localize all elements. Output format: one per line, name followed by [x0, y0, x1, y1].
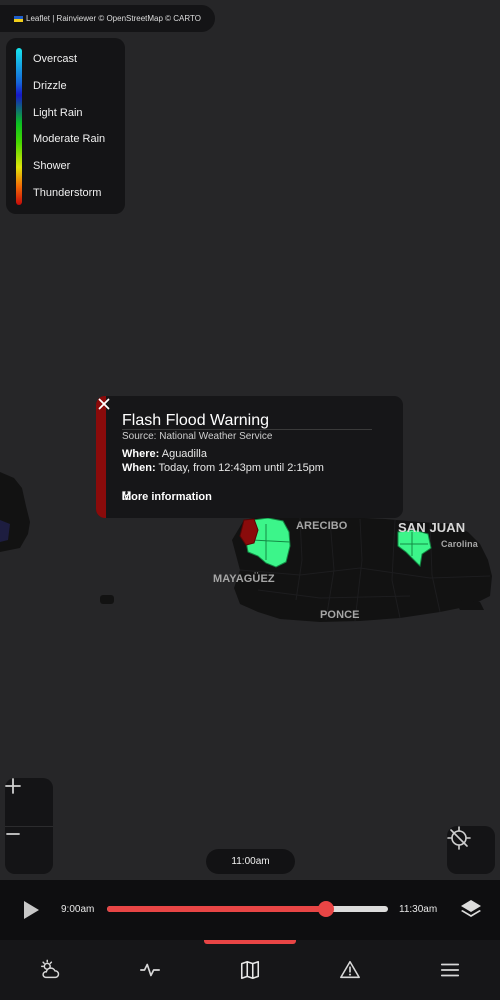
alert-where-label: Where: [122, 448, 160, 460]
play-icon[interactable] [20, 899, 42, 921]
close-icon[interactable] [96, 396, 112, 412]
alert-where: Where: Aguadilla [122, 448, 207, 460]
timeline-thumb[interactable] [318, 901, 335, 917]
timeline-end-time: 11:30am [399, 904, 438, 915]
external-link-icon [122, 491, 131, 500]
menu-icon [440, 963, 460, 977]
alert-severity-stripe [96, 396, 106, 518]
more-information-link[interactable]: More information [122, 491, 212, 503]
legend-item-shower: Shower [33, 160, 71, 173]
zoom-control [5, 778, 53, 874]
more-information-label: More information [122, 491, 212, 503]
ukraine-flag-icon [14, 15, 23, 22]
weather-map[interactable]: Leaflet | Rainviewer © OpenStreetMap © C… [0, 0, 500, 880]
bottom-navigation [0, 940, 500, 1000]
layers-icon[interactable] [459, 898, 483, 922]
timeline-slider[interactable] [107, 901, 388, 917]
legend-item-drizzle: Drizzle [33, 79, 67, 92]
legend-item-overcast: Overcast [33, 53, 78, 65]
alert-source: Source: National Weather Service [122, 431, 273, 442]
city-label-ponce: PONCE [320, 609, 360, 621]
city-label-carolina: Carolina [441, 539, 478, 549]
alert-popup: Flash Flood Warning Source: National Wea… [96, 396, 403, 518]
timeline-start-time: 9:00am [61, 904, 95, 915]
alert-when: When: Today, from 12:43pm until 2:15pm [122, 462, 324, 474]
precipitation-legend: Overcast Drizzle Light Rain Moderate Rai… [6, 38, 125, 214]
timeline-progress [107, 906, 327, 912]
alert-icon [340, 960, 360, 979]
activity-icon [140, 963, 160, 977]
current-time-chip: 11:00am [206, 849, 295, 874]
legend-item-light-rain: Light Rain [33, 106, 83, 119]
nav-active-indicator [204, 940, 296, 944]
legend-color-scale [16, 48, 22, 205]
attribution-text: Leaflet | Rainviewer © OpenStreetMap © C… [26, 14, 201, 23]
nav-map[interactable] [200, 940, 300, 1000]
alert-title: Flash Flood Warning [122, 412, 270, 429]
alert-where-value: Aguadilla [161, 448, 207, 460]
map-attribution: Leaflet | Rainviewer © OpenStreetMap © C… [0, 5, 215, 32]
zoom-out-button[interactable] [5, 826, 53, 874]
weather-icon [41, 959, 60, 979]
minus-icon [6, 833, 20, 835]
radar-timeline: 9:00am 11:30am [0, 880, 500, 940]
nav-activity[interactable] [100, 940, 200, 1000]
nav-menu[interactable] [400, 940, 500, 1000]
alert-when-label: When: [122, 462, 156, 474]
legend-list: Overcast Drizzle Light Rain Moderate Rai… [33, 50, 105, 211]
nav-alerts[interactable] [300, 940, 400, 1000]
city-label-mayaguez: MAYAGÜEZ [213, 573, 275, 585]
city-label-arecibo: ARECIBO [296, 520, 348, 532]
map-icon [240, 960, 260, 980]
alert-title-divider [122, 429, 372, 430]
legend-item-moderate-rain: Moderate Rain [33, 133, 106, 146]
alert-when-value: Today, from 12:43pm until 2:15pm [158, 462, 324, 474]
zoom-in-button[interactable] [5, 778, 53, 826]
city-label-san-juan: SAN JUAN [398, 520, 466, 535]
plus-icon [5, 778, 21, 794]
legend-item-thunderstorm: Thunderstorm [33, 186, 102, 199]
nav-weather[interactable] [0, 940, 100, 1000]
location-disabled-icon [447, 826, 471, 850]
locate-button[interactable] [447, 826, 495, 874]
